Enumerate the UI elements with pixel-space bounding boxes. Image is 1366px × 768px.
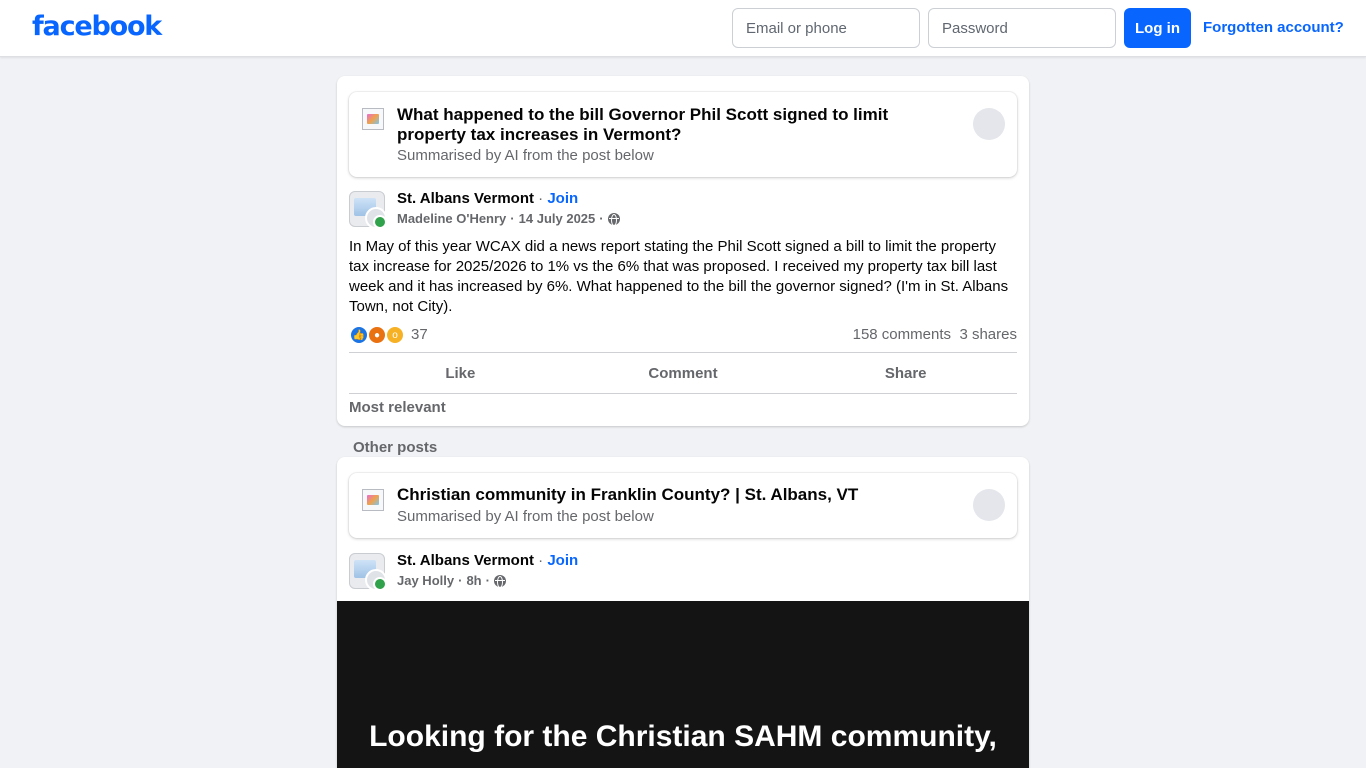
group-name-text[interactable]: St. Albans Vermont	[397, 190, 534, 207]
join-link[interactable]: Join	[547, 552, 578, 569]
other-posts-heading: Other posts	[353, 439, 438, 456]
post-image-text: Looking for the Christian SAHM community…	[369, 720, 997, 753]
more-options-button[interactable]	[973, 489, 1005, 521]
ai-summary-caption: Summarised by AI from the post below	[397, 147, 654, 164]
post-header: St. Albans Vermont · Join Jay Holly · 8h…	[349, 552, 1017, 592]
shares-count[interactable]: 3 shares	[959, 326, 1017, 343]
password-field[interactable]	[928, 8, 1116, 48]
author-name[interactable]: Madeline O'Henry	[397, 211, 506, 226]
separator-dot: ·	[538, 552, 548, 569]
top-bar: facebook Log in Forgotten account?	[0, 0, 1366, 57]
join-link[interactable]: Join	[547, 190, 578, 207]
post-date[interactable]: 8h	[466, 573, 481, 588]
ai-summary-title: What happened to the bill Governor Phil …	[397, 105, 889, 144]
reaction-count[interactable]: 37	[411, 326, 428, 343]
comment-sort-dropdown[interactable]: Most relevant	[349, 399, 446, 416]
forgot-account-link[interactable]: Forgotten account?	[1203, 19, 1344, 36]
post-card: What happened to the bill Governor Phil …	[337, 76, 1029, 426]
post-meta: Jay Holly · 8h ·	[397, 573, 506, 588]
reactions-row: 👍 ● o 37 158 comments 3 shares	[349, 325, 1017, 345]
group-name-text[interactable]: St. Albans Vermont	[397, 552, 534, 569]
ai-summary-caption: Summarised by AI from the post below	[397, 508, 654, 525]
separator-dot: ·	[538, 190, 548, 207]
post-actions: Like Comment Share	[349, 353, 1017, 393]
comment-button[interactable]: Comment	[572, 353, 795, 393]
wow-reaction-icon[interactable]: o	[385, 325, 405, 345]
separator-dot: ·	[485, 573, 490, 588]
group-name[interactable]: St. Albans Vermont · Join	[397, 190, 578, 207]
post-text: In May of this year WCAX did a news repo…	[349, 238, 1009, 315]
post-image[interactable]: Looking for the Christian SAHM community…	[337, 601, 1029, 768]
author-name[interactable]: Jay Holly	[397, 573, 454, 588]
separator-dot: ·	[510, 211, 515, 226]
globe-icon	[493, 574, 506, 588]
author-avatar[interactable]	[365, 207, 387, 229]
ai-summary-title: Christian community in Franklin County? …	[397, 485, 859, 504]
separator-dot: ·	[458, 573, 463, 588]
post-date[interactable]: 14 July 2025	[519, 211, 596, 226]
post-meta: Madeline O'Henry · 14 July 2025 ·	[397, 211, 620, 226]
share-button[interactable]: Share	[794, 353, 1017, 393]
divider	[349, 393, 1017, 394]
like-reaction-icon[interactable]: 👍	[349, 325, 369, 345]
ai-summary-box[interactable]: Christian community in Franklin County? …	[349, 473, 1017, 538]
more-options-button[interactable]	[973, 108, 1005, 140]
comments-count[interactable]: 158 comments	[853, 326, 951, 343]
author-avatar[interactable]	[365, 569, 387, 591]
facebook-logo[interactable]: facebook	[32, 11, 162, 42]
globe-icon	[607, 212, 620, 226]
post-card: Christian community in Franklin County? …	[337, 457, 1029, 768]
group-name[interactable]: St. Albans Vermont · Join	[397, 552, 578, 569]
ai-summary-box[interactable]: What happened to the bill Governor Phil …	[349, 92, 1017, 177]
login-button[interactable]: Log in	[1124, 8, 1191, 48]
like-button[interactable]: Like	[349, 353, 572, 393]
email-field[interactable]	[732, 8, 920, 48]
ai-sparkle-icon	[362, 489, 384, 511]
ai-sparkle-icon	[362, 108, 384, 130]
angry-reaction-icon[interactable]: ●	[367, 325, 387, 345]
separator-dot: ·	[599, 211, 604, 226]
post-header: St. Albans Vermont · Join Madeline O'Hen…	[349, 190, 1017, 230]
